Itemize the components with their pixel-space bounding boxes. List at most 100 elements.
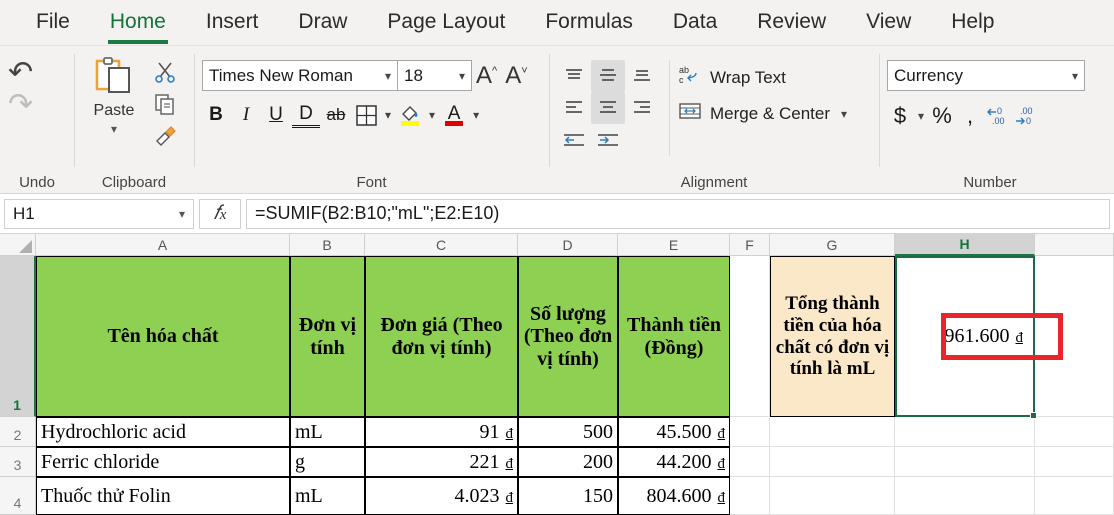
cell-A2[interactable]: Hydrochloric acid bbox=[36, 417, 290, 447]
row-header-4[interactable]: 4 bbox=[0, 477, 36, 515]
cell-F2[interactable] bbox=[730, 417, 770, 447]
cell-G4[interactable] bbox=[770, 477, 895, 515]
cell-A3[interactable]: Ferric chloride bbox=[36, 447, 290, 477]
cell-E1[interactable]: Thành tiền (Đồng) bbox=[618, 256, 730, 417]
underline-button[interactable]: U bbox=[262, 100, 290, 130]
format-painter-icon[interactable] bbox=[150, 122, 180, 150]
cell-H1[interactable]: 961.600 đ bbox=[895, 256, 1035, 417]
font-color-icon[interactable]: A bbox=[440, 100, 468, 130]
cell-G1[interactable]: Tổng thành tiền của hóa chất có đơn vị t… bbox=[770, 256, 895, 417]
column-header-g[interactable]: G bbox=[770, 234, 895, 256]
cell-I4[interactable] bbox=[1035, 477, 1114, 515]
cell-I3[interactable] bbox=[1035, 447, 1114, 477]
column-header-h[interactable]: H bbox=[895, 234, 1035, 256]
merge-center-dropdown-icon[interactable]: ▾ bbox=[838, 107, 850, 121]
chevron-down-icon[interactable]: ▾ bbox=[111, 122, 117, 136]
tab-page-layout[interactable]: Page Layout bbox=[367, 6, 525, 40]
align-center-icon[interactable] bbox=[591, 92, 625, 124]
font-color-dropdown-icon[interactable]: ▾ bbox=[470, 108, 482, 122]
cell-F1[interactable] bbox=[730, 256, 770, 417]
row-header-2[interactable]: 2 bbox=[0, 417, 36, 447]
cell-D3[interactable]: 200 bbox=[518, 447, 618, 477]
fill-color-dropdown-icon[interactable]: ▾ bbox=[426, 108, 438, 122]
scissors-icon[interactable] bbox=[150, 58, 180, 86]
cell-D2[interactable]: 500 bbox=[518, 417, 618, 447]
strikethrough-button[interactable]: ab bbox=[322, 100, 350, 130]
column-header-b[interactable]: B bbox=[290, 234, 365, 256]
cell-G3[interactable] bbox=[770, 447, 895, 477]
cell-A4[interactable]: Thuốc thử Folin bbox=[36, 477, 290, 515]
cell-F3[interactable] bbox=[730, 447, 770, 477]
cell-A1[interactable]: Tên hóa chất bbox=[36, 256, 290, 417]
column-header-i[interactable] bbox=[1035, 234, 1114, 256]
row-header-1[interactable]: 1 bbox=[0, 256, 36, 417]
tab-view[interactable]: View bbox=[846, 6, 931, 40]
tab-insert[interactable]: Insert bbox=[186, 6, 279, 40]
number-format-combo[interactable]: Currency ▾ bbox=[887, 60, 1085, 91]
column-header-f[interactable]: F bbox=[730, 234, 770, 256]
accounting-format-button[interactable]: $ bbox=[887, 101, 913, 131]
comma-style-button[interactable]: , bbox=[957, 101, 983, 131]
cell-C3[interactable]: 221 đ bbox=[365, 447, 518, 477]
column-header-e[interactable]: E bbox=[618, 234, 730, 256]
decrease-font-size-button[interactable]: A˅ bbox=[501, 62, 531, 90]
cell-E2[interactable]: 45.500 đ bbox=[618, 417, 730, 447]
align-middle-icon[interactable] bbox=[591, 60, 625, 92]
percent-style-button[interactable]: % bbox=[929, 101, 955, 131]
cell-D1[interactable]: Số lượng (Theo đơn vị tính) bbox=[518, 256, 618, 417]
decrease-decimal-icon[interactable]: .00 0 bbox=[1013, 101, 1039, 131]
accounting-dropdown-icon[interactable]: ▾ bbox=[915, 109, 927, 123]
redo-arrow-icon[interactable]: ↷ bbox=[8, 90, 33, 120]
cell-I2[interactable] bbox=[1035, 417, 1114, 447]
cell-F4[interactable] bbox=[730, 477, 770, 515]
align-left-icon[interactable] bbox=[557, 92, 591, 124]
borders-grid-icon[interactable] bbox=[352, 100, 380, 130]
increase-decimal-icon[interactable]: 0 .00 bbox=[985, 101, 1011, 131]
align-bottom-icon[interactable] bbox=[625, 60, 659, 92]
copy-icon[interactable] bbox=[150, 90, 180, 118]
undo-arrow-icon[interactable]: ↶ bbox=[8, 58, 33, 88]
font-name-combo[interactable]: Times New Roman ▾ bbox=[202, 60, 398, 91]
tab-review[interactable]: Review bbox=[737, 6, 846, 40]
cell-B3[interactable]: g bbox=[290, 447, 365, 477]
cell-B2[interactable]: mL bbox=[290, 417, 365, 447]
column-header-d[interactable]: D bbox=[518, 234, 618, 256]
fill-bucket-icon[interactable] bbox=[396, 100, 424, 130]
formula-input[interactable]: =SUMIF(B2:B10;"mL";E2:E10) bbox=[246, 198, 1110, 229]
cell-C2[interactable]: 91 đ bbox=[365, 417, 518, 447]
cell-C4[interactable]: 4.023 đ bbox=[365, 477, 518, 515]
cell-E4[interactable]: 804.600 đ bbox=[618, 477, 730, 515]
cell-H3[interactable] bbox=[895, 447, 1035, 477]
tab-file[interactable]: File bbox=[16, 6, 90, 40]
cell-H2[interactable] bbox=[895, 417, 1035, 447]
increase-indent-icon[interactable] bbox=[591, 124, 625, 156]
select-all-corner[interactable] bbox=[0, 234, 36, 256]
cell-I1[interactable] bbox=[1035, 256, 1114, 417]
cell-C1[interactable]: Đơn giá (Theo đơn vị tính) bbox=[365, 256, 518, 417]
align-top-icon[interactable] bbox=[557, 60, 591, 92]
tab-formulas[interactable]: Formulas bbox=[525, 6, 653, 40]
cell-B1[interactable]: Đơn vị tính bbox=[290, 256, 365, 417]
cell-B4[interactable]: mL bbox=[290, 477, 365, 515]
align-right-icon[interactable] bbox=[625, 92, 659, 124]
cell-D4[interactable]: 150 bbox=[518, 477, 618, 515]
font-size-combo[interactable]: 18 ▾ bbox=[398, 60, 472, 91]
cell-G2[interactable] bbox=[770, 417, 895, 447]
wrap-text-button[interactable]: ab c Wrap Text bbox=[678, 64, 850, 91]
name-box[interactable]: H1 ▾ bbox=[4, 198, 194, 229]
chevron-down-icon[interactable]: ▾ bbox=[179, 207, 185, 221]
decrease-indent-icon[interactable] bbox=[557, 124, 591, 156]
tab-data[interactable]: Data bbox=[653, 6, 737, 40]
column-header-a[interactable]: A bbox=[36, 234, 290, 256]
row-header-3[interactable]: 3 bbox=[0, 447, 36, 477]
tab-home[interactable]: Home bbox=[90, 6, 186, 44]
paste-button[interactable]: Paste ▾ bbox=[82, 56, 146, 150]
tab-help[interactable]: Help bbox=[931, 6, 1014, 40]
increase-font-size-button[interactable]: A^ bbox=[472, 62, 501, 90]
tab-draw[interactable]: Draw bbox=[278, 6, 367, 40]
merge-center-button[interactable]: Merge & Center ▾ bbox=[678, 101, 850, 126]
cell-H4[interactable] bbox=[895, 477, 1035, 515]
borders-dropdown-icon[interactable]: ▾ bbox=[382, 108, 394, 122]
insert-function-button[interactable]: 𝑓x bbox=[199, 198, 241, 229]
double-underline-button[interactable]: D bbox=[292, 102, 320, 128]
